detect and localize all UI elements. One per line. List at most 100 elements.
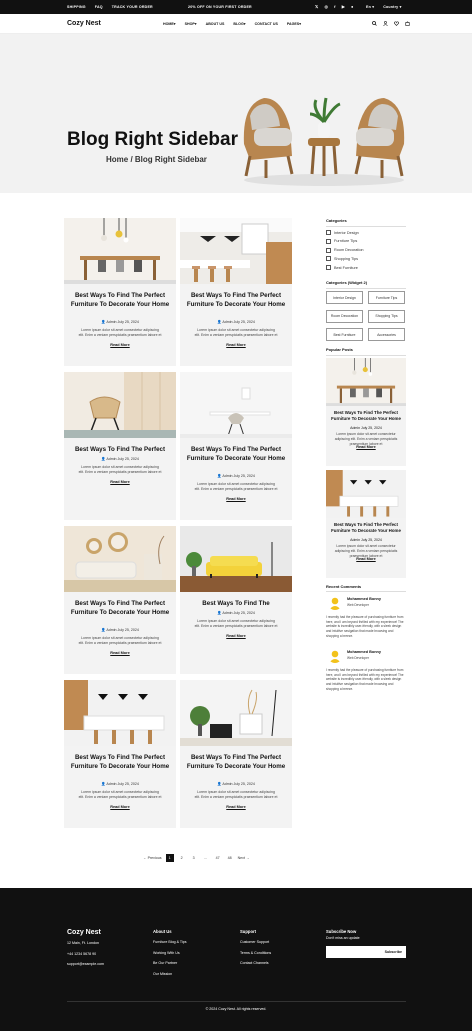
footer-link[interactable]: Our Mission — [153, 969, 187, 980]
post-image[interactable] — [64, 526, 176, 592]
breadcrumb[interactable]: Home / Blog Right Sidebar — [106, 155, 207, 164]
read-more-link[interactable]: Read More — [180, 634, 292, 638]
prev-page-link[interactable]: ← Previous — [143, 856, 162, 860]
read-more-link[interactable]: Read More — [64, 805, 176, 809]
read-more-link[interactable]: Read More — [64, 651, 176, 655]
category-checkbox[interactable]: Best Furniture — [326, 265, 358, 271]
popular-post[interactable]: Best Ways To Find The Perfect Furniture … — [326, 358, 406, 466]
pinterest-icon[interactable]: ● — [351, 4, 354, 9]
read-more-link[interactable]: Read More — [64, 343, 176, 347]
page-1[interactable]: 1 — [165, 854, 174, 862]
menu-home[interactable]: HOME▾ — [163, 22, 176, 26]
post-title[interactable]: Best Ways To Find The Perfect Furniture … — [186, 754, 286, 771]
category-checkbox[interactable]: Shopping Tips — [326, 256, 358, 262]
footer-link[interactable]: Customer Support — [240, 937, 271, 948]
post-title[interactable]: Best Ways To Find The Perfect Furniture … — [186, 446, 286, 463]
country-select[interactable]: Country ▾ — [383, 5, 401, 9]
read-more-link[interactable]: Read More — [180, 343, 292, 347]
category-checkbox[interactable]: Room Decoration — [326, 247, 364, 253]
read-more-link[interactable]: Read More — [326, 445, 406, 449]
post-card[interactable]: Best Ways To Find The Perfect Furniture … — [180, 680, 292, 828]
top-link-track[interactable]: TRACK YOUR ORDER — [112, 5, 153, 9]
language-select[interactable]: En ▾ — [366, 5, 374, 9]
post-title[interactable]: Best Ways To Find The Perfect Furniture … — [70, 292, 170, 309]
email[interactable]: support@example.com — [67, 959, 104, 970]
post-card[interactable]: Best Ways To Find The Perfect Furniture … — [64, 680, 176, 828]
read-more-link[interactable]: Read More — [180, 805, 292, 809]
post-title[interactable]: Best Ways To Find The Perfect Furniture … — [70, 754, 170, 771]
read-more-link[interactable]: Read More — [64, 480, 176, 484]
footer-link[interactable]: Furniture Blog & Tips — [153, 937, 187, 948]
post-card[interactable]: Best Ways To Find The Perfect Furniture … — [64, 526, 176, 674]
category-tag[interactable]: Interior Design — [326, 291, 363, 304]
read-more-link[interactable]: Read More — [180, 497, 292, 501]
post-card[interactable]: Best Ways To Find The Perfect Furniture … — [180, 372, 292, 520]
next-page-link[interactable]: Next → — [238, 856, 250, 860]
menu-about[interactable]: ABOUT US — [206, 22, 225, 26]
post-card[interactable]: Best Ways To Find The 👤 Admin July 25, 2… — [180, 526, 292, 674]
cart-icon[interactable] — [405, 21, 410, 26]
post-excerpt: Lorem ipsum dolor sit amet consectetur a… — [78, 464, 162, 475]
user-icon: 👤 — [101, 627, 106, 632]
logo[interactable]: Cozy Nest — [67, 20, 101, 27]
user-icon[interactable] — [383, 21, 388, 26]
post-image[interactable] — [64, 218, 176, 284]
post-image[interactable] — [64, 680, 176, 746]
youtube-icon[interactable]: ▶ — [342, 4, 345, 9]
instagram-icon[interactable]: ◎ — [324, 4, 328, 9]
post-card[interactable]: Best Ways To Find The Perfect Furniture … — [64, 218, 176, 366]
footer-link[interactable]: Terms & Conditions — [240, 948, 271, 959]
category-tag[interactable]: Room Decoration — [326, 309, 363, 323]
post-image[interactable] — [64, 372, 176, 438]
checkbox-icon[interactable] — [326, 230, 331, 235]
footer-link[interactable]: Working With Us — [153, 948, 187, 959]
chairs-image — [243, 97, 405, 186]
checkbox-icon[interactable] — [326, 238, 331, 244]
menu-contact[interactable]: CONTACT US — [255, 22, 278, 26]
search-icon[interactable] — [372, 21, 377, 26]
footer-link[interactable]: Be Our Partner — [153, 958, 187, 969]
menu-pages[interactable]: PAGES▾ — [287, 22, 301, 26]
page-3[interactable]: 3 — [190, 854, 198, 862]
popular-post-image[interactable] — [326, 470, 406, 518]
post-card[interactable]: Best Ways To Find The Perfect 👤 Admin Ju… — [64, 372, 176, 520]
facebook-icon[interactable]: f — [334, 4, 336, 9]
post-image[interactable] — [180, 218, 292, 284]
menu-shop[interactable]: SHOP▾ — [185, 22, 197, 26]
subscribe-input[interactable]: Subscribe — [326, 946, 406, 958]
page-2[interactable]: 2 — [178, 854, 186, 862]
menu-blog[interactable]: BLOG▾ — [233, 22, 245, 26]
popular-post-title[interactable]: Best Ways To Find The Perfect Furniture … — [330, 410, 402, 422]
footer-logo[interactable]: Cozy Nest — [67, 929, 101, 936]
post-title[interactable]: Best Ways To Find The Perfect Furniture … — [186, 292, 286, 309]
post-image[interactable] — [180, 680, 292, 746]
post-card[interactable]: Best Ways To Find The Perfect Furniture … — [180, 218, 292, 366]
checkbox-icon[interactable] — [326, 265, 331, 271]
category-tag[interactable]: Shopping Tips — [368, 309, 405, 323]
phone[interactable]: +44 1234 5678 90 — [67, 949, 104, 960]
post-image[interactable] — [180, 372, 292, 438]
footer-link[interactable]: Contact Channels — [240, 958, 271, 969]
category-tag[interactable]: Best Furniture — [326, 328, 363, 341]
read-more-link[interactable]: Read More — [326, 557, 406, 561]
popular-post[interactable]: Best Ways To Find The Perfect Furniture … — [326, 470, 406, 578]
post-title[interactable]: Best Ways To Find The Perfect — [70, 446, 170, 455]
post-title[interactable]: Best Ways To Find The Perfect Furniture … — [70, 600, 170, 617]
category-checkbox[interactable]: Furniture Tips — [326, 238, 357, 244]
x-icon[interactable]: 𝕏 — [315, 4, 318, 9]
checkbox-icon[interactable] — [326, 247, 331, 253]
page-47[interactable]: 47 — [214, 854, 222, 862]
heart-icon[interactable] — [394, 21, 399, 26]
top-link-shipping[interactable]: SHIPPING — [67, 5, 86, 9]
popular-post-image[interactable] — [326, 358, 406, 406]
post-title[interactable]: Best Ways To Find The — [186, 600, 286, 609]
category-tag[interactable]: Accessories — [368, 328, 405, 341]
top-link-faq[interactable]: FAQ — [95, 5, 103, 9]
category-checkbox[interactable]: Interior Design — [326, 230, 359, 235]
post-image[interactable] — [180, 526, 292, 592]
category-tag[interactable]: Furniture Tips — [368, 291, 405, 304]
checkbox-icon[interactable] — [326, 256, 331, 262]
subscribe-button[interactable]: Subscribe — [385, 950, 402, 954]
popular-post-title[interactable]: Best Ways To Find The Perfect Furniture … — [330, 522, 402, 534]
page-48[interactable]: 48 — [226, 854, 234, 862]
